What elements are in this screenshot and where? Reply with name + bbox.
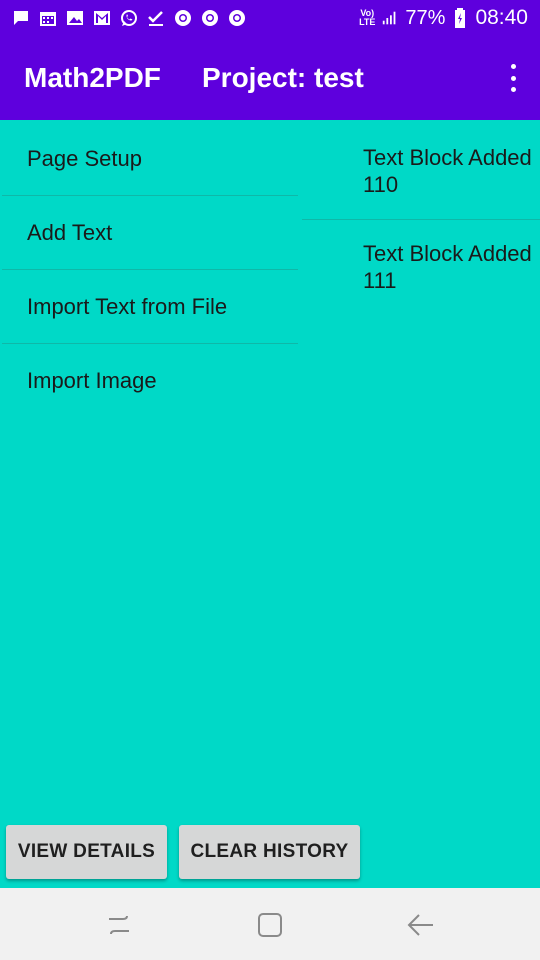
battery-icon — [451, 8, 469, 28]
gmail-icon — [93, 9, 111, 27]
status-bar: Vo) LTE 77% 08:40 — [0, 0, 540, 36]
menu-item-import-text-from-file[interactable]: Import Text from File — [2, 270, 298, 344]
view-details-button[interactable]: VIEW DETAILS — [6, 825, 167, 879]
overflow-menu-icon[interactable] — [508, 64, 518, 92]
menu-item-add-text[interactable]: Add Text — [2, 196, 298, 270]
recent-apps-icon[interactable] — [104, 910, 134, 940]
menu-item-page-setup[interactable]: Page Setup — [2, 122, 298, 196]
chrome-icon — [228, 9, 246, 27]
history-item-title: Text Block Added — [363, 241, 532, 266]
home-icon[interactable] — [255, 910, 285, 940]
menu-item-import-image[interactable]: Import Image — [2, 344, 298, 418]
app-title: Math2PDF — [24, 62, 161, 93]
back-icon[interactable] — [406, 910, 436, 940]
signal-icon — [381, 9, 399, 27]
history-item[interactable]: Text Block Added 110 — [302, 122, 540, 220]
clock: 08:40 — [475, 6, 528, 29]
chrome-icon — [201, 9, 219, 27]
check-icon — [147, 9, 165, 27]
action-menu: Page Setup Add Text Import Text from Fil… — [2, 122, 298, 418]
history-list: Text Block Added 110 Text Block Added 11… — [302, 122, 540, 294]
project-title: Project: test — [202, 62, 364, 93]
battery-percent: 77% — [405, 6, 446, 29]
history-item-id: 110 — [363, 172, 399, 197]
volte-indicator: Vo) LTE — [359, 8, 376, 27]
photo-icon — [66, 9, 84, 27]
clear-history-button[interactable]: CLEAR HISTORY — [179, 825, 360, 879]
navigation-bar — [0, 888, 540, 960]
system-status: Vo) LTE 77% 08:40 — [359, 6, 528, 30]
history-item[interactable]: Text Block Added 111 — [302, 220, 540, 294]
chrome-icon — [174, 9, 192, 27]
whatsapp-icon — [120, 9, 138, 27]
calendar-icon — [39, 9, 57, 27]
message-icon — [12, 9, 30, 27]
history-item-title: Text Block Added — [363, 145, 532, 170]
app-bar: Math2PDF Project: test — [0, 36, 540, 120]
history-item-id: 111 — [363, 268, 397, 293]
notification-icons — [12, 9, 246, 27]
